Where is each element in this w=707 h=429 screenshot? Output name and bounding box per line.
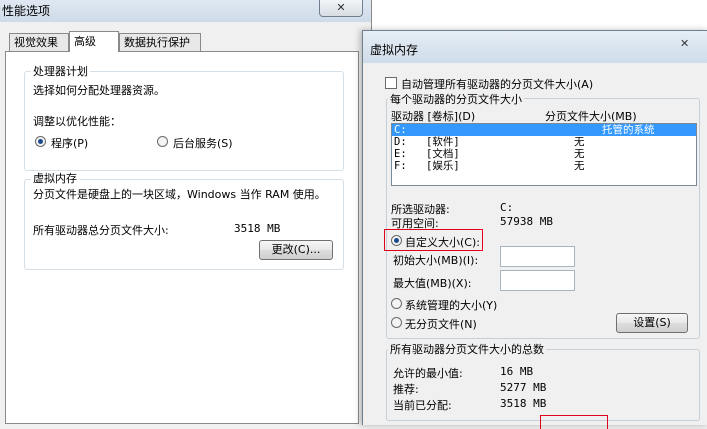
background-services-label: 后台服务(S) <box>173 137 233 150</box>
drive-letter: D: <box>394 136 407 148</box>
adjust-label: 调整以优化性能： <box>33 115 121 128</box>
totals-group-title: 所有驱动器分页文件大小的总数 <box>388 343 546 356</box>
ok-button-highlight <box>540 415 608 429</box>
advanced-tab-panel: 处理器计划 选择如何分配处理器资源。 调整以优化性能： 程序(P) 后台服务(S… <box>5 51 359 424</box>
custom-size-option[interactable]: 自定义大小(C): <box>391 234 481 249</box>
close-icon: ✕ <box>336 1 346 14</box>
close-button[interactable]: ✕ <box>319 0 363 17</box>
drive-row-c[interactable]: C: 托管的系统 <box>392 124 696 136</box>
performance-options-window: 性能选项 ✕ 视觉效果 高级 数据执行保护 处理器计划 选择如何分配处理器资源。… <box>0 0 372 424</box>
currently-allocated-label: 当前已分配: <box>393 399 452 412</box>
initial-size-label: 初始大小(MB)(I): <box>393 254 479 267</box>
drive-letter: E: <box>394 148 407 160</box>
min-allowed-value: 16 MB <box>500 365 534 378</box>
currently-allocated-value: 3518 MB <box>500 397 547 410</box>
set-button[interactable]: 设置(S) <box>616 313 688 333</box>
no-paging-radio[interactable] <box>391 317 402 328</box>
per-drive-group-title: 每个驱动器的分页文件大小 <box>388 93 524 106</box>
drive-row-e[interactable]: E: [文档] 无 <box>392 148 696 160</box>
drive-letter: C: <box>394 124 407 136</box>
max-size-input[interactable] <box>500 270 575 291</box>
recommended-label: 推荐: <box>393 383 419 396</box>
no-paging-label: 无分页文件(N) <box>405 318 477 331</box>
total-paging-value: 3518 MB <box>234 222 281 235</box>
drive-volume-label: [文档] <box>426 148 460 160</box>
drive-size: 托管的系统 <box>602 124 655 136</box>
tab-dep[interactable]: 数据执行保护 <box>119 33 201 51</box>
selected-drive-value: C: <box>500 201 514 214</box>
tab-visual-effects[interactable]: 视觉效果 <box>9 33 69 51</box>
custom-size-label: 自定义大小(C): <box>405 236 480 249</box>
dialog-title: 虚拟内存 <box>370 43 419 57</box>
programs-label: 程序(P) <box>51 137 89 150</box>
size-column-header: 分页文件大小(MB) <box>545 110 637 123</box>
drive-row-d[interactable]: D: [软件] 无 <box>392 136 696 148</box>
drive-size: 无 <box>574 148 585 160</box>
processor-description: 选择如何分配处理器资源。 <box>33 84 165 97</box>
free-space-value: 57938 MB <box>500 215 553 228</box>
drive-size: 无 <box>574 160 585 172</box>
drive-list[interactable]: C: 托管的系统 D: [软件] 无 E: [文档] 无 F: [娱乐] 无 <box>391 123 697 186</box>
background-services-radio[interactable] <box>157 136 168 147</box>
tab-advanced[interactable]: 高级 <box>69 31 119 52</box>
vm-description: 分页文件是硬盘上的一块区域，Windows 当作 RAM 使用。 <box>33 188 326 201</box>
change-button[interactable]: 更改(C)... <box>259 240 333 260</box>
drive-column-header: 驱动器 [卷标](D) <box>391 110 476 123</box>
min-allowed-label: 允许的最小值: <box>393 367 463 380</box>
auto-manage-label: 自动管理所有驱动器的分页文件大小(A) <box>401 78 594 91</box>
system-managed-radio[interactable] <box>391 298 402 309</box>
system-managed-option[interactable]: 系统管理的大小(Y) <box>391 297 531 312</box>
programs-option[interactable]: 程序(P) <box>35 135 125 150</box>
auto-manage-checkbox[interactable] <box>385 77 397 89</box>
custom-size-radio[interactable] <box>391 235 402 246</box>
system-managed-label: 系统管理的大小(Y) <box>405 299 498 312</box>
programs-radio[interactable] <box>35 136 46 147</box>
drive-volume-label: [娱乐] <box>426 160 460 172</box>
auto-manage-option[interactable]: 自动管理所有驱动器的分页文件大小(A) <box>385 76 645 91</box>
virtual-memory-dialog: 虚拟内存 ✕ 自动管理所有驱动器的分页文件大小(A) 每个驱动器的分页文件大小 … <box>362 30 707 429</box>
total-paging-label: 所有驱动器总分页文件大小: <box>33 224 169 237</box>
dialog-close-icon[interactable]: ✕ <box>680 37 689 50</box>
background-services-option[interactable]: 后台服务(S) <box>157 135 257 150</box>
window-title: 性能选项 <box>2 4 51 18</box>
initial-size-input[interactable] <box>500 246 575 267</box>
drive-row-f[interactable]: F: [娱乐] 无 <box>392 160 696 172</box>
titlebar <box>0 0 371 22</box>
drive-volume-label: [软件] <box>426 136 460 148</box>
processor-group-title: 处理器计划 <box>31 65 90 78</box>
recommended-value: 5277 MB <box>500 381 547 394</box>
max-size-label: 最大值(MB)(X): <box>393 277 472 290</box>
no-paging-option[interactable]: 无分页文件(N) <box>391 316 501 331</box>
drive-letter: F: <box>394 160 407 172</box>
drive-size: 无 <box>574 136 585 148</box>
vm-group-title: 虚拟内存 <box>31 172 79 185</box>
